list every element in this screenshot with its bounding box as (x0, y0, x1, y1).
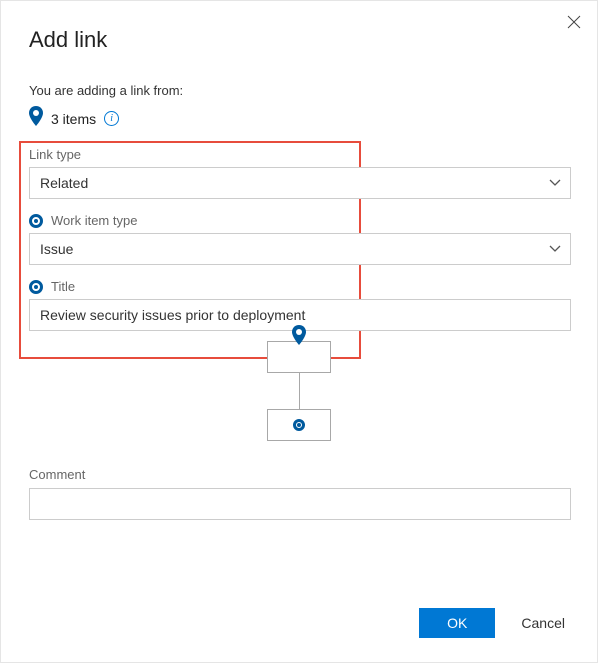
ring-icon (29, 214, 43, 228)
work-item-type-label: Work item type (51, 213, 137, 228)
comment-label: Comment (29, 467, 569, 482)
cancel-button[interactable]: Cancel (517, 608, 569, 638)
ring-icon (293, 419, 305, 431)
link-type-select[interactable]: Related (29, 167, 571, 199)
work-item-type-select[interactable]: Issue (29, 233, 571, 265)
pin-icon (292, 325, 306, 350)
items-count: 3 items (51, 111, 96, 127)
ring-icon (29, 280, 43, 294)
title-label: Title (51, 279, 75, 294)
close-icon (567, 15, 581, 29)
comment-group: Comment (29, 467, 569, 520)
diagram-connector (299, 373, 300, 409)
dialog-footer: OK Cancel (419, 608, 569, 638)
link-type-label: Link type (29, 147, 569, 162)
items-row: 3 items i (29, 106, 569, 131)
diagram-target-box (267, 409, 331, 441)
work-item-type-group: Work item type Issue (29, 213, 569, 265)
ok-button[interactable]: OK (419, 608, 495, 638)
close-button[interactable] (567, 15, 581, 34)
link-type-group: Link type Related (29, 147, 569, 199)
subtext: You are adding a link from: (29, 83, 569, 98)
add-link-dialog: Add link You are adding a link from: 3 i… (1, 1, 597, 554)
pin-icon (29, 106, 43, 131)
relationship-diagram (29, 341, 569, 441)
dialog-title: Add link (29, 27, 569, 53)
info-icon[interactable]: i (104, 111, 119, 126)
diagram-source-box (267, 341, 331, 373)
comment-input[interactable] (29, 488, 571, 520)
title-group: Title Review security issues prior to de… (29, 279, 569, 331)
